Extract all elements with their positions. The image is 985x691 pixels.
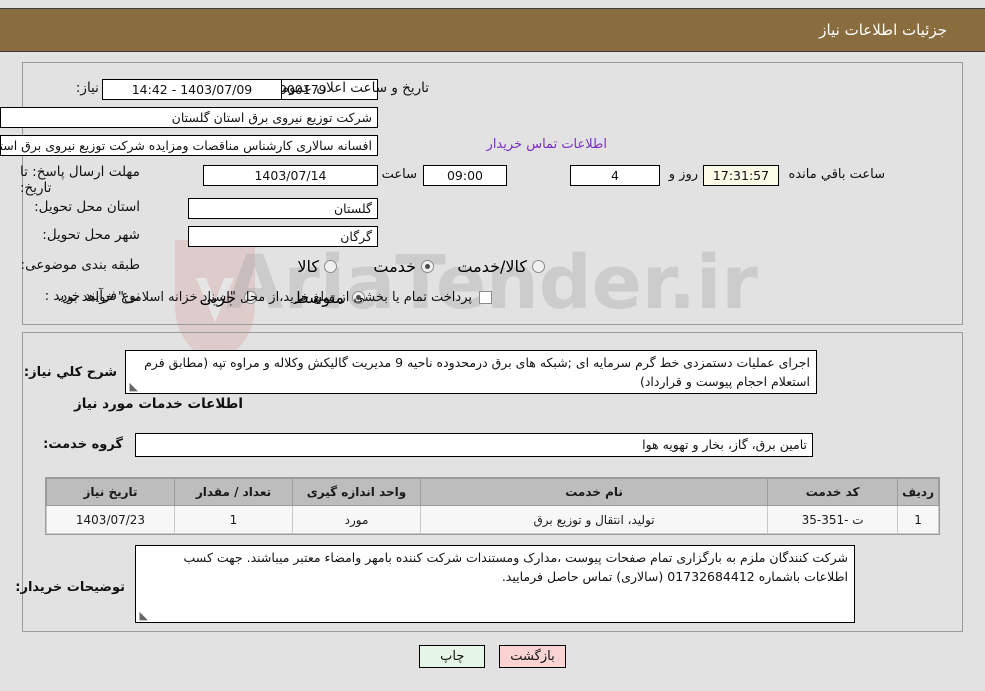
category-radio-service[interactable]: خدمت <box>373 257 434 276</box>
category-option-label-2: کالا/خدمت <box>457 257 527 276</box>
days-label-wrap: روز و <box>669 167 698 182</box>
creator-field[interactable]: افسانه سالاری کارشناس مناقصات ومزایده شر… <box>0 135 378 156</box>
days-remaining-field[interactable]: 4 <box>570 165 660 186</box>
col-service-code: کد خدمت <box>767 478 899 506</box>
days-value-wrap: 4 <box>570 165 660 186</box>
col-quantity: تعداد / مقدار <box>174 478 293 506</box>
buyer-contact-link-wrap: اطلاعات تماس خریدار <box>487 137 607 152</box>
deadline-label-line2: تاریخ: <box>20 180 52 196</box>
buyer-org-field[interactable]: شرکت توزیع نیروی برق استان گلستان <box>0 107 378 128</box>
print-button[interactable]: چاپ <box>419 645 486 668</box>
col-service-name: نام خدمت <box>419 478 769 506</box>
buyer-contact-link[interactable]: اطلاعات تماس خریدار <box>487 137 607 152</box>
description-text: اجرای عملیات دستمزدی خط گرم سرمایه ای ;ش… <box>144 355 810 390</box>
buyer-notes-text: شرکت کنندگان ملزم به بارگزاری تمام صفحات… <box>183 550 848 585</box>
hour-label: ساعت <box>381 167 417 182</box>
radio-goods-icon[interactable] <box>324 260 337 273</box>
footer-button-bar: بازگشت چاپ <box>0 645 985 668</box>
description-textarea[interactable]: اجرای عملیات دستمزدی خط گرم سرمایه ای ;ش… <box>125 350 817 394</box>
creator-field-wrap: افسانه سالاری کارشناس مناقصات ومزایده شر… <box>0 135 378 156</box>
buyer-notes-textarea[interactable]: شرکت کنندگان ملزم به بارگزاری تمام صفحات… <box>135 545 855 623</box>
deadline-label-line1: مهلت ارسال پاسخ: تا <box>20 164 140 180</box>
resize-grip-icon-2[interactable]: ◣ <box>138 610 148 621</box>
cell-service-code: ت -351-35 <box>767 505 899 534</box>
public-announce-label: تاریخ و ساعت اعلان عمومي: <box>266 80 429 96</box>
deadline-time-wrap: 09:00 <box>423 165 507 186</box>
cell-service-name: تولید، انتقال و توزیع برق <box>419 505 769 534</box>
cell-need-date: 1403/07/23 <box>46 505 175 534</box>
city-label-wrap: شهر محل تحویل: <box>42 227 140 243</box>
window-titlebar: جزئیات اطلاعات نیاز <box>0 8 985 52</box>
back-button[interactable]: بازگشت <box>499 645 566 668</box>
table-row[interactable]: 1 ت -351-35 تولید، انتقال و توزیع برق مو… <box>46 505 939 534</box>
radio-goods-service-icon[interactable] <box>532 260 545 273</box>
province-label: استان محل تحویل: <box>34 199 140 215</box>
cell-unit: مورد <box>292 505 421 534</box>
treasury-checkbox-icon[interactable] <box>479 291 492 304</box>
page-title: جزئیات اطلاعات نیاز <box>819 21 947 39</box>
col-need-date: تاریخ نیاز <box>46 478 175 506</box>
category-radio-goods-service[interactable]: کالا/خدمت <box>457 257 545 276</box>
cell-index: 1 <box>897 505 939 534</box>
category-option-label-1: خدمت <box>373 257 416 276</box>
city-field-wrap: گرگان <box>188 226 378 247</box>
province-label-wrap: استان محل تحویل: <box>34 199 140 215</box>
table-header-row: ردیف کد خدمت نام خدمت واحد اندازه گیری ت… <box>46 478 939 506</box>
buyer-org-field-wrap: شرکت توزیع نیروی برق استان گلستان <box>0 107 378 128</box>
category-label: طبقه بندی موضوعی: <box>20 257 140 273</box>
col-index: ردیف <box>897 478 939 506</box>
province-field-wrap: گلستان <box>188 198 378 219</box>
countdown-label: ساعت باقي مانده <box>788 167 885 182</box>
announce-field-wrap: 1403/07/09 - 14:42 <box>102 79 282 100</box>
public-announce-field[interactable]: 1403/07/09 - 14:42 <box>102 79 282 100</box>
hour-label-wrap: ساعت <box>382 167 417 182</box>
category-label-wrap: طبقه بندی موضوعی: <box>21 257 140 273</box>
page-root: AriaTender.ir جزئیات اطلاعات نیاز شماره … <box>0 0 985 691</box>
buyer-notes-label: توضیحات خریدار: <box>15 580 125 595</box>
services-table-wrap: ردیف کد خدمت نام خدمت واحد اندازه گیری ت… <box>45 477 940 535</box>
deadline-date-field[interactable]: 1403/07/14 <box>203 165 378 186</box>
province-field[interactable]: گلستان <box>188 198 378 219</box>
city-field[interactable]: گرگان <box>188 226 378 247</box>
deadline-date-wrap: 1403/07/14 <box>203 165 378 186</box>
need-info-panel <box>22 62 963 325</box>
service-group-label: گروه خدمت: <box>43 437 123 452</box>
deadline-time-field[interactable]: 09:00 <box>423 165 507 186</box>
radio-service-icon[interactable] <box>421 260 434 273</box>
service-group-field[interactable]: تامین برق، گاز، بخار و تهویه هوا <box>135 433 813 457</box>
description-label: شرح کلي نیاز: <box>23 365 117 380</box>
col-unit: واحد اندازه گیری <box>292 478 421 506</box>
category-radio-goods[interactable]: کالا <box>297 257 337 276</box>
days-label: روز و <box>668 167 698 182</box>
category-option-label-0: کالا <box>297 257 319 276</box>
countdown-wrap: 17:31:57 <box>703 165 779 186</box>
countdown-label-wrap: ساعت باقي مانده <box>789 167 885 182</box>
services-table: ردیف کد خدمت نام خدمت واحد اندازه گیری ت… <box>46 478 939 534</box>
service-group-field-wrap: تامین برق، گاز، بخار و تهویه هوا <box>135 433 813 457</box>
cell-quantity: 1 <box>174 505 293 534</box>
treasury-checkbox-label: پرداخت تمام یا بخشی از مبلغ خرید،از محل … <box>57 290 472 305</box>
treasury-checkbox-row[interactable]: پرداخت تمام یا بخشی از مبلغ خرید،از محل … <box>57 290 492 305</box>
city-label: شهر محل تحویل: <box>42 227 140 243</box>
announce-label-wrap: تاریخ و ساعت اعلان عمومي: <box>266 80 429 96</box>
resize-grip-icon[interactable]: ◣ <box>128 381 138 392</box>
services-section-heading: اطلاعات خدمات مورد نیاز <box>73 396 243 412</box>
countdown-timer-field: 17:31:57 <box>703 165 779 186</box>
deadline-label-wrap: مهلت ارسال پاسخ: تا تاریخ: <box>20 164 140 196</box>
